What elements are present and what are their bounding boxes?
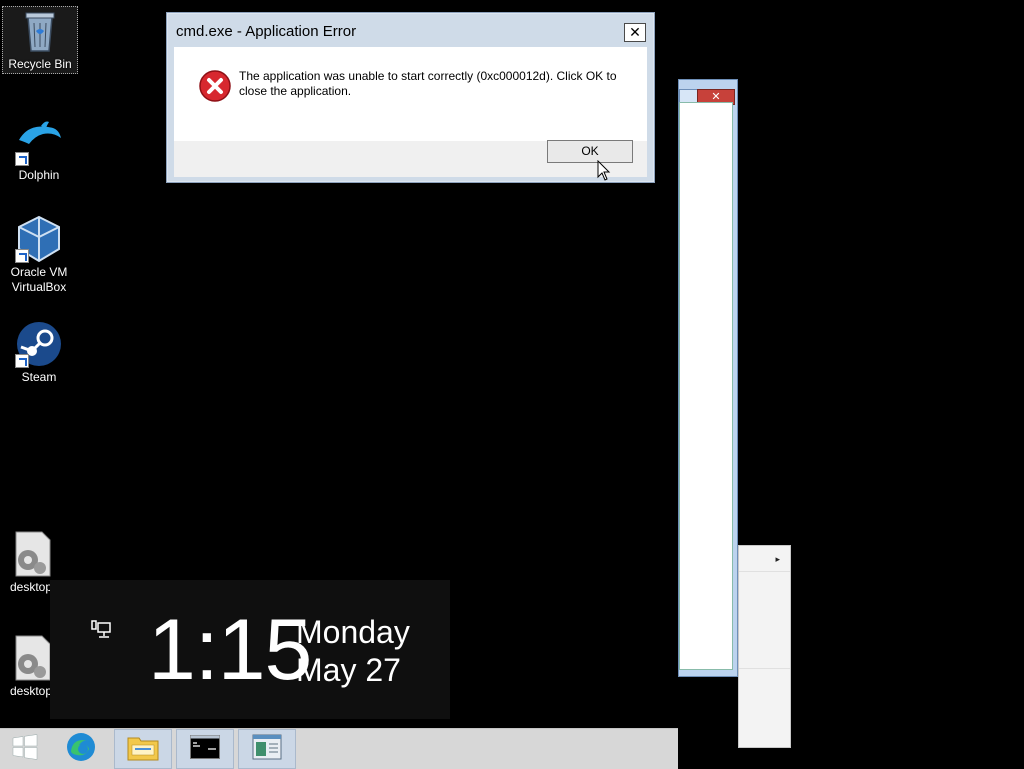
taskbar — [0, 728, 678, 769]
edge-icon — [65, 731, 97, 768]
desktop-icon-label: Dolphin — [18, 168, 60, 182]
chevron-right-icon[interactable]: ▸ — [775, 554, 780, 565]
error-icon — [198, 69, 231, 102]
settings-file-icon — [10, 530, 58, 578]
desktop-icon-recycle-bin[interactable]: Recycle Bin — [2, 6, 78, 74]
desktop-icon-label: Steam — [21, 370, 57, 384]
desktop-icon-steam[interactable]: Steam — [2, 320, 76, 385]
shortcut-arrow-icon — [15, 354, 29, 368]
clock-day: Monday — [296, 614, 410, 650]
network-icon — [90, 619, 112, 641]
shortcut-arrow-icon — [15, 249, 29, 263]
error-message: The application was unable to start corr… — [239, 69, 617, 98]
clock-date: May 27 — [296, 652, 401, 688]
window-icon — [252, 734, 282, 765]
cmd-icon — [190, 734, 220, 764]
start-button[interactable] — [0, 729, 50, 769]
mouse-cursor-icon — [597, 159, 611, 187]
dialog-body: The application was unable to start corr… — [174, 47, 647, 141]
recycle-bin-icon — [16, 7, 64, 55]
desktop-icon-virtualbox[interactable]: Oracle VM VirtualBox — [2, 215, 76, 295]
desktop-icon-label: Oracle VM VirtualBox — [10, 265, 68, 294]
desktop-icon-label: Recycle Bin — [8, 57, 72, 71]
shortcut-arrow-icon — [15, 152, 29, 166]
taskbar-file-explorer-button[interactable] — [114, 729, 172, 769]
virtualbox-icon — [15, 215, 63, 263]
steam-icon — [15, 320, 63, 368]
dolphin-icon — [15, 118, 63, 166]
dialog-close-button[interactable]: ✕ — [624, 23, 646, 42]
folder-icon — [127, 733, 159, 766]
window-client-area — [679, 102, 733, 670]
clock-overlay: 1:15 Monday May 27 — [50, 580, 450, 719]
taskbar-cmd-button[interactable] — [176, 729, 234, 769]
side-panel[interactable]: ▸ — [738, 545, 791, 748]
taskbar-app-window-button[interactable] — [238, 729, 296, 769]
desktop-icon-dolphin[interactable]: Dolphin — [2, 118, 76, 183]
error-dialog: cmd.exe - Application Error ✕ The applic… — [166, 12, 655, 183]
background-window[interactable]: ✕ — [678, 79, 738, 677]
dialog-title: cmd.exe - Application Error — [176, 23, 357, 40]
windows-logo-icon — [12, 733, 38, 765]
clock-time: 1:15 — [148, 602, 312, 698]
divider — [739, 571, 790, 572]
divider — [739, 668, 790, 669]
taskbar-edge-button[interactable] — [52, 729, 110, 769]
ok-button[interactable]: OK — [547, 140, 633, 163]
